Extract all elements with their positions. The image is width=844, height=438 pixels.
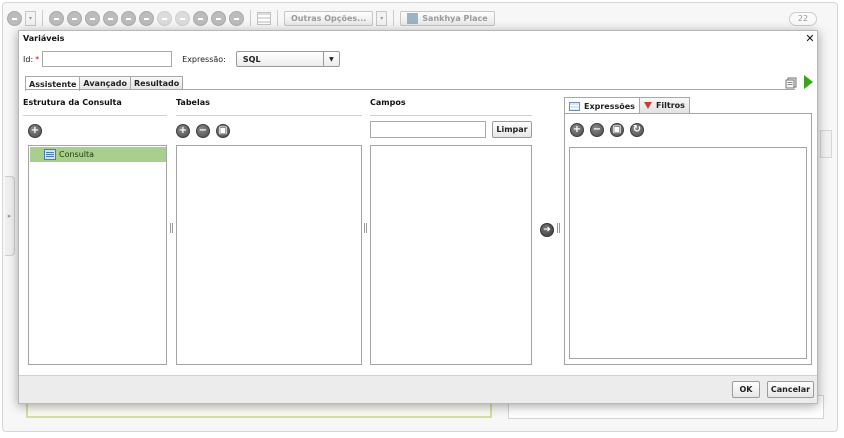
fields-divider bbox=[370, 115, 532, 116]
dialog-form-row: Id: * Expressão: SQL ▼ bbox=[23, 51, 340, 67]
toolbar-divider bbox=[277, 10, 278, 26]
clear-button[interactable]: Limpar bbox=[492, 121, 532, 138]
fields-panel[interactable] bbox=[370, 145, 532, 365]
table-properties-icon[interactable]: ▣ bbox=[216, 124, 230, 138]
tab-expressoes[interactable]: Expressões bbox=[564, 97, 640, 114]
expression-select[interactable]: SQL ▼ bbox=[235, 51, 340, 67]
sheets-icon[interactable] bbox=[785, 77, 797, 89]
splitter-handle[interactable] bbox=[557, 223, 560, 233]
add-expression-icon[interactable]: + bbox=[570, 123, 584, 137]
tables-divider bbox=[176, 115, 362, 116]
tab-filtros[interactable]: Filtros bbox=[638, 97, 690, 113]
more-options-button: Outras Opções... bbox=[284, 10, 374, 26]
add-table-icon[interactable]: + bbox=[176, 124, 190, 138]
sankhya-place-button: Sankhya Place bbox=[400, 10, 495, 26]
menu-icon bbox=[7, 10, 22, 26]
tab-divider bbox=[25, 89, 795, 90]
background-toolbar: ▾ Outras Opções... ▾ Sankhya Place bbox=[7, 7, 495, 29]
last-record-icon bbox=[103, 10, 118, 26]
cancel-icon bbox=[175, 10, 190, 26]
toolbar-divider bbox=[393, 10, 395, 26]
save-icon bbox=[157, 10, 172, 26]
more-options-dropdown-icon: ▾ bbox=[376, 10, 388, 26]
expression-label: Expressão: bbox=[182, 54, 226, 64]
previous-record-icon bbox=[67, 10, 82, 26]
run-icon[interactable] bbox=[804, 75, 813, 89]
sidebar-toggle-handle: ▸ bbox=[5, 176, 15, 256]
remove-table-icon[interactable]: − bbox=[196, 124, 210, 138]
expressions-toolbar: + − ▣ ↻ bbox=[570, 123, 644, 137]
arrow-right-icon[interactable]: ➜ bbox=[540, 223, 554, 237]
first-record-icon bbox=[49, 10, 64, 26]
settings-icon bbox=[229, 10, 244, 26]
structure-divider bbox=[23, 115, 167, 116]
sankhya-place-label: Sankhya Place bbox=[422, 13, 488, 23]
tab-avancado[interactable]: Avançado bbox=[79, 76, 131, 90]
pager-count: 22 bbox=[789, 12, 817, 26]
table-icon bbox=[569, 101, 580, 111]
sankhya-logo-icon bbox=[407, 12, 419, 24]
next-record-icon bbox=[85, 10, 100, 26]
ok-button[interactable]: OK bbox=[732, 381, 760, 398]
remove-expression-icon[interactable]: − bbox=[590, 123, 604, 137]
tables-panel[interactable] bbox=[176, 145, 362, 365]
splitter-handle[interactable] bbox=[364, 223, 367, 233]
menu-dropdown-icon: ▾ bbox=[25, 10, 36, 26]
background-side-panel bbox=[820, 130, 832, 158]
expression-tabs: Expressões Filtros bbox=[564, 97, 690, 114]
fields-filter-input[interactable] bbox=[370, 121, 486, 138]
tab-filtros-label: Filtros bbox=[655, 101, 685, 110]
splitter-handle[interactable] bbox=[170, 223, 173, 233]
required-mark: * bbox=[35, 54, 40, 64]
filter-icon bbox=[643, 102, 652, 109]
id-input[interactable] bbox=[42, 51, 173, 67]
variables-dialog: Variáveis ✕ Id: * Expressão: SQL ▼ Assis… bbox=[18, 30, 818, 404]
dialog-footer: OK Cancelar bbox=[19, 375, 817, 403]
tree-item-consulta[interactable]: Consulta bbox=[30, 147, 166, 162]
toolbar-divider bbox=[250, 10, 251, 26]
reset-expression-icon[interactable]: ↻ bbox=[630, 123, 644, 137]
fields-title: Campos bbox=[370, 98, 406, 107]
add-record-icon bbox=[121, 10, 136, 26]
copy-icon bbox=[211, 10, 226, 26]
cancel-button[interactable]: Cancelar bbox=[767, 381, 814, 398]
dialog-titlebar: Variáveis ✕ bbox=[19, 31, 817, 45]
id-label: Id: bbox=[23, 54, 34, 64]
tab-expressoes-label: Expressões bbox=[584, 101, 635, 111]
remove-record-icon bbox=[139, 10, 154, 26]
tables-title: Tabelas bbox=[176, 98, 210, 107]
dialog-title: Variáveis bbox=[23, 33, 65, 43]
grid-icon bbox=[257, 11, 271, 25]
refresh-icon bbox=[193, 10, 208, 26]
tree-item-label: Consulta bbox=[59, 150, 95, 159]
main-tabs: Assistente Avançado Resultado bbox=[25, 76, 184, 91]
chevron-down-icon: ▼ bbox=[322, 52, 339, 66]
expressions-panel: + − ▣ ↻ bbox=[564, 113, 812, 365]
expression-properties-icon[interactable]: ▣ bbox=[610, 123, 624, 137]
toolbar-divider bbox=[42, 10, 43, 26]
expressions-list[interactable] bbox=[569, 147, 807, 359]
tables-toolbar: + − ▣ bbox=[176, 124, 230, 138]
query-icon bbox=[44, 149, 56, 160]
close-icon[interactable]: ✕ bbox=[803, 32, 817, 45]
structure-title: Estrutura da Consulta bbox=[23, 98, 122, 107]
tab-resultado[interactable]: Resultado bbox=[130, 76, 184, 90]
structure-tree: Consulta bbox=[28, 145, 167, 365]
structure-toolbar: + bbox=[28, 124, 42, 138]
add-node-icon[interactable]: + bbox=[28, 124, 42, 138]
expression-value: SQL bbox=[242, 54, 261, 64]
